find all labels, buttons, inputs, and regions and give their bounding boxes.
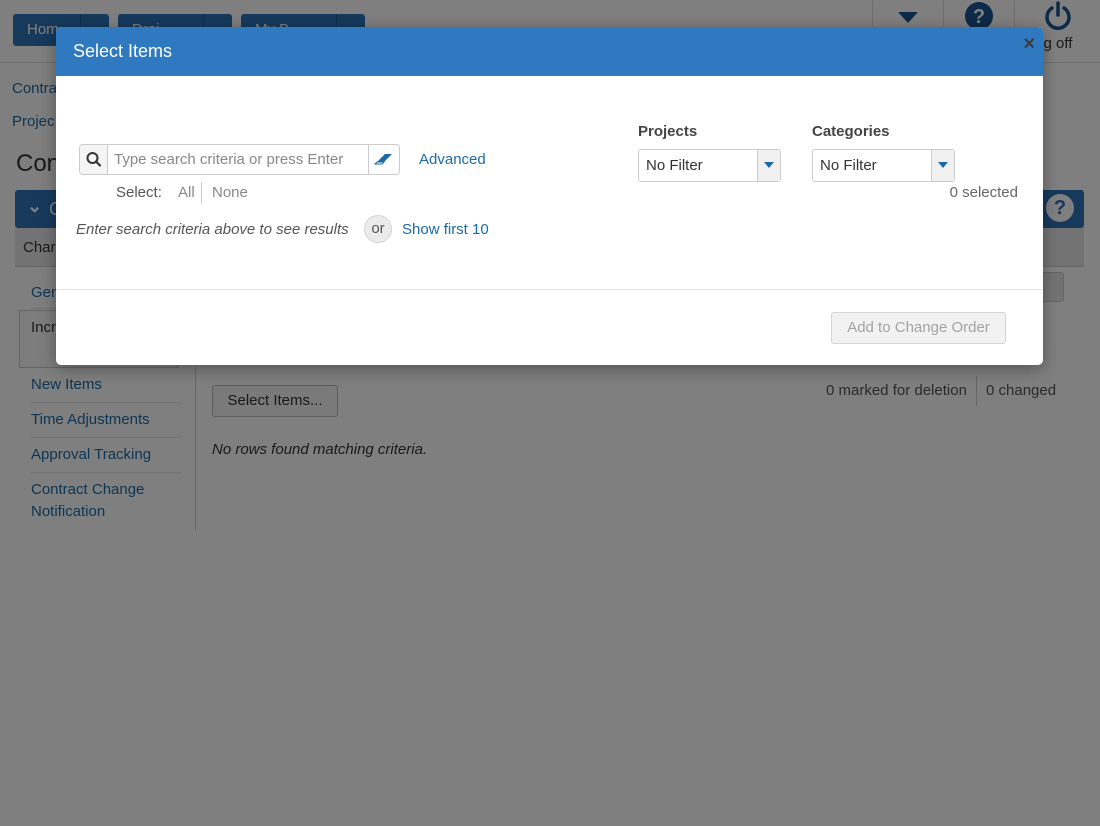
selected-count: 0 selected — [949, 184, 1018, 201]
or-badge: or — [364, 215, 392, 243]
show-first-link[interactable]: Show first 10 — [402, 221, 489, 238]
select-none-link[interactable]: None — [212, 184, 248, 201]
modal-header: Select Items × — [56, 27, 1043, 76]
projects-filter-select[interactable]: No Filter — [638, 149, 781, 182]
projects-filter-label: Projects — [638, 123, 698, 140]
caret-down-icon — [757, 150, 780, 181]
add-to-change-order-button[interactable]: Add to Change Order — [831, 312, 1006, 344]
search-hint-text: Enter search criteria above to see resul… — [76, 221, 349, 238]
categories-filter-label: Categories — [812, 123, 890, 140]
categories-filter-select[interactable]: No Filter — [812, 149, 955, 182]
advanced-search-link[interactable]: Advanced — [419, 151, 486, 168]
select-items-modal: Select Items × Advanced Select: All None… — [56, 27, 1043, 365]
select-separator — [201, 182, 202, 204]
categories-filter-value: No Filter — [820, 157, 877, 174]
close-icon[interactable]: × — [1023, 33, 1035, 56]
eraser-icon[interactable] — [368, 145, 399, 174]
modal-footer-divider — [56, 289, 1043, 290]
search-field — [79, 144, 400, 175]
select-all-link[interactable]: All — [178, 184, 195, 201]
search-input[interactable] — [114, 149, 364, 169]
select-label: Select: — [116, 184, 162, 201]
projects-filter-value: No Filter — [646, 157, 703, 174]
caret-down-icon — [931, 150, 954, 181]
search-icon — [80, 145, 108, 174]
modal-title: Select Items — [73, 41, 173, 61]
